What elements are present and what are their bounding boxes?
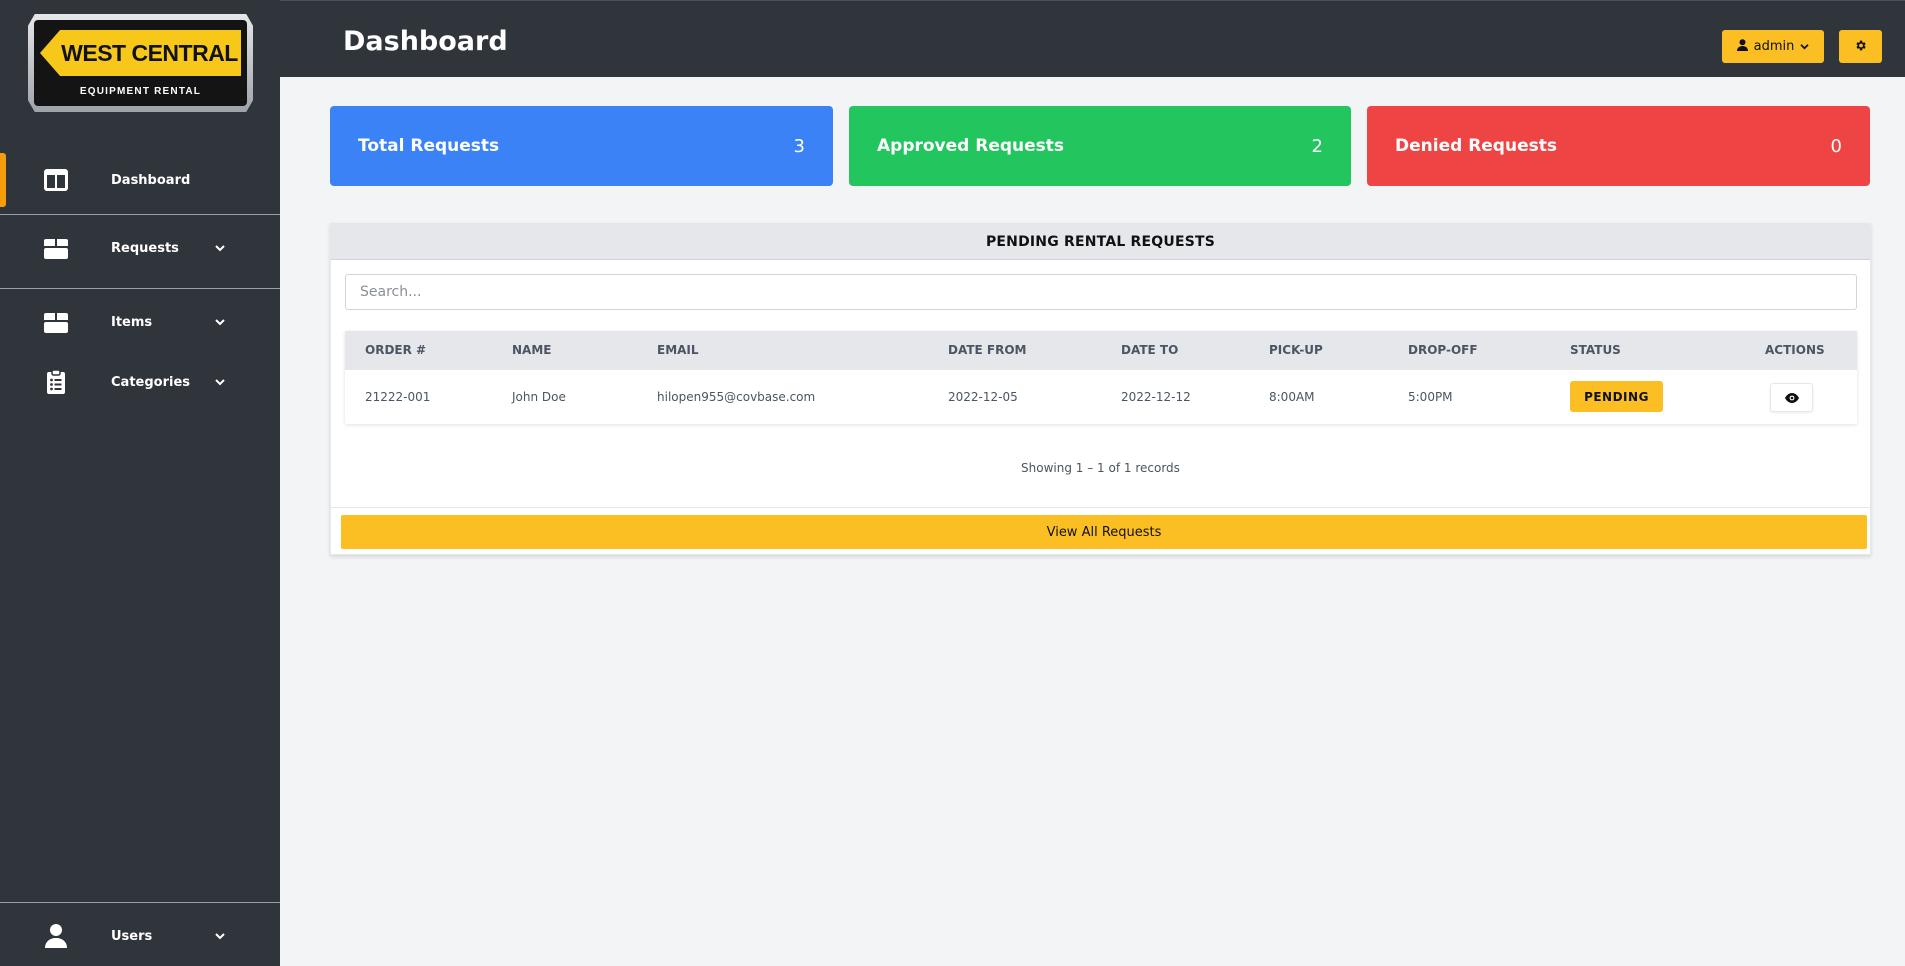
user-menu-button[interactable]: admin <box>1722 30 1824 63</box>
cell-order: 21222-001 <box>365 390 431 404</box>
column-header-name[interactable]: NAME <box>512 343 551 357</box>
chevron-down-icon <box>1800 39 1809 54</box>
sidebar-divider <box>0 288 280 289</box>
settings-button[interactable] <box>1839 30 1882 63</box>
sidebar-item-label: Requests <box>111 240 179 256</box>
gear-icon <box>1854 37 1867 56</box>
view-all-requests-button[interactable]: View All Requests <box>341 515 1867 549</box>
sidebar-divider <box>0 902 280 903</box>
sidebar-item-items[interactable]: Items <box>0 294 280 350</box>
column-header-email[interactable]: EMAIL <box>657 343 699 357</box>
box-icon <box>42 234 70 262</box>
stat-value: 0 <box>1830 135 1842 157</box>
user-menu-label: admin <box>1753 39 1795 54</box>
column-header-order[interactable]: ORDER # <box>365 343 426 357</box>
sidebar-item-label: Users <box>111 928 153 944</box>
logo-arrow-banner: WEST CENTRAL <box>40 30 241 76</box>
cell-pickup: 8:00AM <box>1269 390 1315 404</box>
brand-title: WEST CENTRAL <box>61 39 238 66</box>
table-header: ORDER # NAME EMAIL DATE FROM DATE TO PIC… <box>345 331 1857 370</box>
cell-email: hilopen955@covbase.com <box>657 390 816 404</box>
column-header-dropoff[interactable]: DROP-OFF <box>1408 343 1478 357</box>
column-header-pickup[interactable]: PICK-UP <box>1269 343 1323 357</box>
brand-subtitle: EQUIPMENT RENTAL <box>79 86 202 97</box>
stat-label: Total Requests <box>358 136 500 156</box>
chevron-down-icon <box>214 242 226 254</box>
sidebar-item-label: Dashboard <box>111 172 191 188</box>
stat-label: Approved Requests <box>877 136 1065 156</box>
column-header-date-to[interactable]: DATE TO <box>1121 343 1178 357</box>
top-bar: Dashboard admin <box>280 0 1905 77</box>
eye-icon <box>1784 388 1799 407</box>
panel-title: PENDING RENTAL REQUESTS <box>331 224 1870 260</box>
sidebar-item-dashboard[interactable]: Dashboard <box>0 152 280 208</box>
column-header-actions: ACTIONS <box>1765 343 1825 357</box>
search-input[interactable] <box>345 274 1857 310</box>
stat-card-approved[interactable]: Approved Requests 2 <box>849 106 1351 186</box>
cell-date-to: 2022-12-12 <box>1121 390 1191 404</box>
stat-card-denied[interactable]: Denied Requests 0 <box>1367 106 1870 186</box>
sidebar-item-label: Categories <box>111 374 191 390</box>
stat-card-total[interactable]: Total Requests 3 <box>330 106 833 186</box>
logo-frame: WEST CENTRAL EQUIPMENT RENTAL <box>28 14 253 112</box>
brand-logo[interactable]: WEST CENTRAL EQUIPMENT RENTAL <box>28 14 253 112</box>
stat-value: 3 <box>793 135 805 157</box>
pagination-summary: Showing 1 – 1 of 1 records <box>1021 461 1180 475</box>
cell-dropoff: 5:00PM <box>1408 390 1453 404</box>
panel-footer-divider <box>331 507 1870 508</box>
chevron-down-icon <box>214 376 226 388</box>
column-header-date-from[interactable]: DATE FROM <box>948 343 1026 357</box>
sidebar-item-categories[interactable]: Categories <box>0 354 280 410</box>
chevron-down-icon <box>214 316 226 328</box>
stat-value: 2 <box>1311 135 1323 157</box>
user-icon <box>1736 38 1748 55</box>
table-row[interactable]: 21222-001 John Doe hilopen955@covbase.co… <box>345 370 1857 424</box>
sidebar-item-users[interactable]: Users <box>0 908 280 964</box>
view-request-button[interactable] <box>1770 383 1813 412</box>
requests-table: ORDER # NAME EMAIL DATE FROM DATE TO PIC… <box>345 331 1857 424</box>
clipboard-list-icon <box>42 368 70 396</box>
column-header-status[interactable]: STATUS <box>1570 343 1621 357</box>
status-badge: PENDING <box>1570 381 1663 412</box>
sidebar-divider <box>0 214 280 215</box>
cell-name: John Doe <box>512 390 566 404</box>
pending-requests-panel: PENDING RENTAL REQUESTS ORDER # NAME EMA… <box>330 223 1871 555</box>
chevron-down-icon <box>214 930 226 942</box>
layout-columns-icon <box>42 166 70 194</box>
sidebar-item-requests[interactable]: Requests <box>0 220 280 276</box>
stat-label: Denied Requests <box>1395 136 1557 156</box>
box-icon <box>42 308 70 336</box>
sidebar-item-label: Items <box>111 314 153 330</box>
sidebar: WEST CENTRAL EQUIPMENT RENTAL Dashboard … <box>0 0 280 966</box>
logo-inner: WEST CENTRAL EQUIPMENT RENTAL <box>34 20 247 106</box>
cell-date-from: 2022-12-05 <box>948 390 1018 404</box>
page-title: Dashboard <box>343 26 508 57</box>
user-icon <box>42 922 70 950</box>
